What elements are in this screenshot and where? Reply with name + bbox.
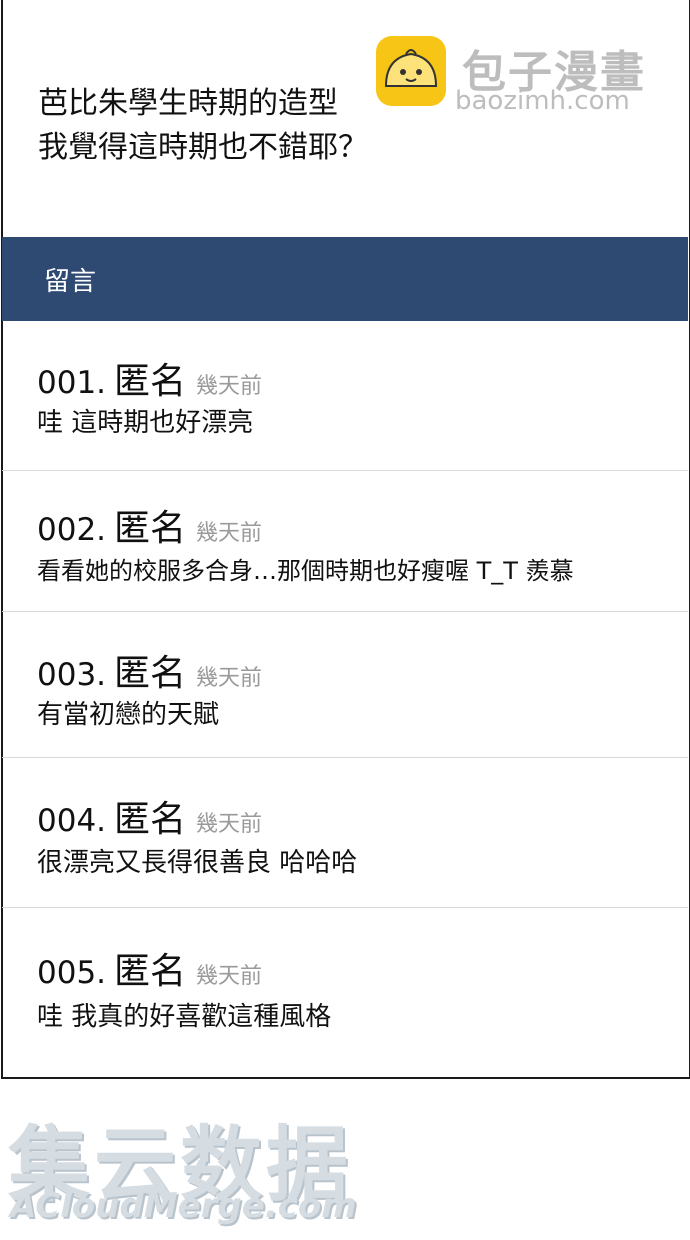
comment-time: 幾天前 [196,812,263,837]
comment-item: 005. 匿名 幾天前 哇 我真的好喜歡這種風格 [2,908,688,1076]
comment-text: 哇 我真的好喜歡這種風格 [37,1002,332,1032]
comment-text: 看看她的校服多合身…那個時期也好瘦喔 T_T 羨慕 [37,557,574,585]
comments-header-title: 留言 [44,267,97,297]
comment-item: 002. 匿名 幾天前 看看她的校服多合身…那個時期也好瘦喔 T_T 羨慕 [2,471,688,612]
comment-text: 哇 這時期也好漂亮 [37,408,254,438]
comment-time: 幾天前 [196,374,263,399]
comment-number: 005. [37,955,107,991]
comment-text: 有當初戀的天賦 [37,700,220,730]
comment-time: 幾天前 [196,521,263,546]
comment-number: 002. [37,512,107,548]
bun-mascot-icon [376,36,446,106]
comment-meta: 002. 匿名 幾天前 [37,499,262,551]
comment-time: 幾天前 [196,666,263,691]
watermark-bottom-url: ACloudMerge.com [10,1186,357,1226]
comment-number: 001. [37,365,107,401]
comment-author: 匿名 [114,361,187,402]
comment-meta: 004. 匿名 幾天前 [37,790,262,842]
comment-meta: 003. 匿名 幾天前 [37,644,262,696]
comments-header: 留言 [2,237,688,321]
comment-number: 003. [37,657,107,693]
comment-item: 003. 匿名 幾天前 有當初戀的天賦 [2,612,688,758]
watermark-top-url: baozimh.com [455,86,630,116]
comment-author: 匿名 [114,951,187,992]
comment-author: 匿名 [114,799,187,840]
comment-meta: 005. 匿名 幾天前 [37,942,262,994]
post-caption: 芭比朱學生時期的造型 我覺得這時期也不錯耶？ [38,82,368,170]
post-caption-line-1: 芭比朱學生時期的造型 [38,86,338,121]
comment-author: 匿名 [114,653,187,694]
comment-meta: 001. 匿名 幾天前 [37,352,262,404]
comment-item: 004. 匿名 幾天前 很漂亮又長得很善良 哈哈哈 [2,758,688,908]
comment-item: 001. 匿名 幾天前 哇 這時期也好漂亮 [2,322,688,471]
comment-author: 匿名 [114,508,187,549]
comment-time: 幾天前 [196,964,263,989]
comment-text: 很漂亮又長得很善良 哈哈哈 [37,848,358,878]
comment-number: 004. [37,803,107,839]
post-caption-line-2: 我覺得這時期也不錯耶？ [38,130,368,165]
